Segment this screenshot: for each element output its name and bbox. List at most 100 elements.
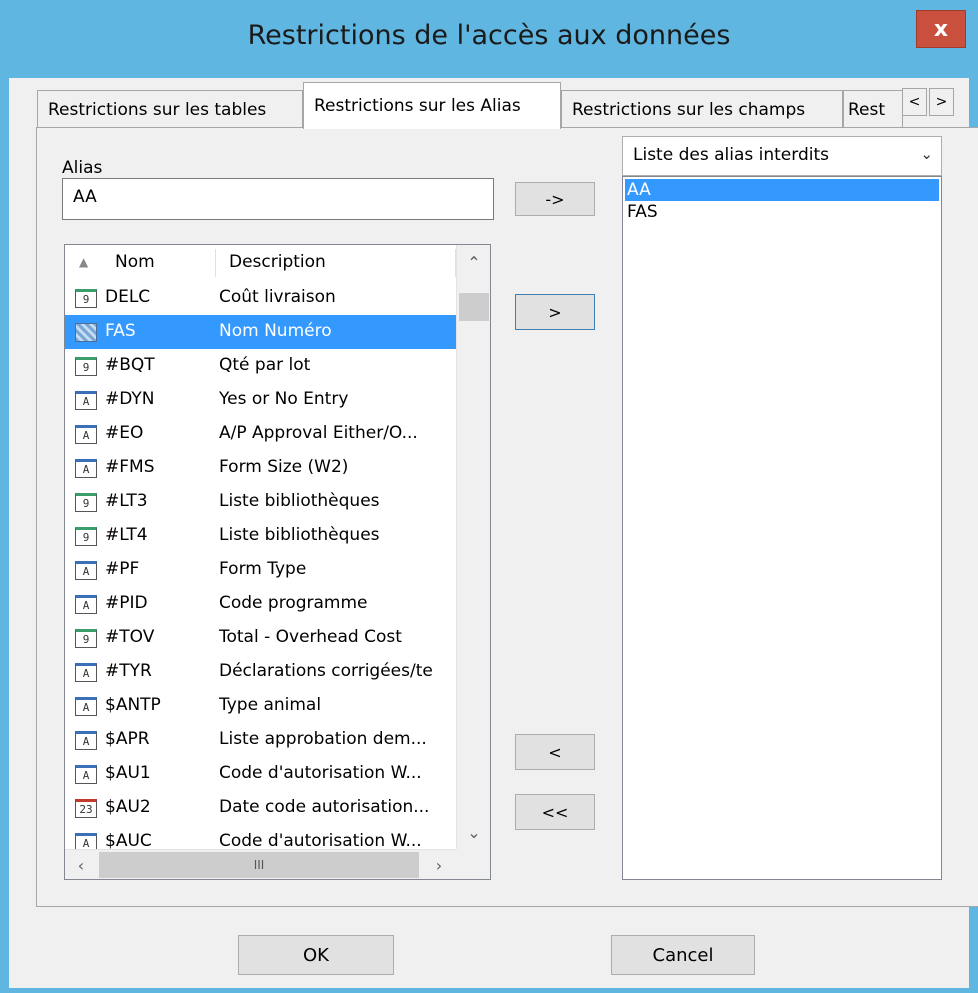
- row-description: Liste approbation dem...: [219, 729, 427, 749]
- vertical-scrollbar[interactable]: ⌃ ⌄: [456, 245, 490, 849]
- table-row[interactable]: 9 DELC Coût livraison: [65, 281, 457, 315]
- table-row[interactable]: A #TYR Déclarations corrigées/te: [65, 655, 457, 689]
- numeric-field-icon: 9: [75, 289, 97, 308]
- list-item[interactable]: AA: [625, 179, 939, 201]
- scroll-right-arrow-icon[interactable]: ›: [423, 850, 455, 879]
- tab-alias-restrictions[interactable]: Restrictions sur les Alias: [303, 82, 561, 129]
- tab-table-restrictions[interactable]: Restrictions sur les tables: [37, 90, 303, 128]
- table-row[interactable]: A $ANTP Type animal: [65, 689, 457, 723]
- ok-button[interactable]: OK: [238, 935, 394, 975]
- hscroll-thumb[interactable]: III: [99, 852, 419, 878]
- alias-label: Alias: [62, 158, 103, 178]
- grip-icon: III: [253, 858, 265, 872]
- row-nom: $APR: [105, 729, 150, 749]
- combo-value: Liste des alias interdits: [633, 145, 829, 165]
- row-description: Liste bibliothèques: [219, 491, 380, 511]
- forbidden-alias-listbox[interactable]: AA FAS: [622, 176, 942, 880]
- title-bar[interactable]: Restrictions de l'accès aux données x: [0, 0, 978, 80]
- pattern-field-icon: [75, 323, 97, 342]
- numeric-field-icon: 9: [75, 629, 97, 648]
- alias-input[interactable]: AA: [62, 178, 494, 220]
- row-nom: #PF: [105, 559, 140, 579]
- row-nom: #TYR: [105, 661, 152, 681]
- row-description: Qté par lot: [219, 355, 311, 375]
- scroll-down-arrow-icon[interactable]: ⌄: [457, 817, 490, 847]
- table-row[interactable]: A $APR Liste approbation dem...: [65, 723, 457, 757]
- row-description: Déclarations corrigées/te: [219, 661, 433, 681]
- forbidden-list-combo[interactable]: Liste des alias interdits ⌄: [622, 136, 942, 176]
- close-button[interactable]: x: [916, 10, 966, 48]
- row-description: Type animal: [219, 695, 322, 715]
- row-nom: #LT3: [105, 491, 148, 511]
- table-row[interactable]: A #DYN Yes or No Entry: [65, 383, 457, 417]
- row-nom: $AU1: [105, 763, 151, 783]
- row-description: Date code autorisation...: [219, 797, 430, 817]
- row-description: Code programme: [219, 593, 368, 613]
- tab-scroll-left-button[interactable]: <: [902, 88, 927, 116]
- chevron-right-icon: >: [935, 94, 948, 110]
- scroll-left-arrow-icon[interactable]: ‹: [65, 850, 97, 879]
- table-row[interactable]: A $AU1 Code d'autorisation W...: [65, 757, 457, 791]
- scroll-thumb[interactable]: [459, 293, 489, 321]
- alpha-field-icon: A: [75, 425, 97, 444]
- numeric-field-icon: 9: [75, 357, 97, 376]
- remove-selected-button[interactable]: <: [515, 734, 595, 770]
- row-description: Form Size (W2): [219, 457, 349, 477]
- alpha-field-icon: A: [75, 697, 97, 716]
- tab-field-restrictions[interactable]: Restrictions sur les champs: [561, 90, 843, 128]
- alpha-field-icon: A: [75, 765, 97, 784]
- remove-all-button[interactable]: <<: [515, 794, 595, 830]
- row-description: A/P Approval Either/O...: [219, 423, 418, 443]
- table-row[interactable]: 9 #BQT Qté par lot: [65, 349, 457, 383]
- row-nom: $ANTP: [105, 695, 161, 715]
- cancel-button[interactable]: Cancel: [611, 935, 755, 975]
- list-item[interactable]: FAS: [625, 201, 939, 223]
- dialog-window: Restrictions de l'accès aux données x Re…: [0, 0, 978, 993]
- dialog-client-area: Restrictions sur les tables Restrictions…: [9, 78, 978, 988]
- date-field-icon: 23: [75, 799, 97, 818]
- row-description: Yes or No Entry: [219, 389, 349, 409]
- column-header-nom[interactable]: Nom: [115, 252, 155, 272]
- alpha-field-icon: A: [75, 595, 97, 614]
- alpha-field-icon: A: [75, 561, 97, 580]
- row-description: Code d'autorisation W...: [219, 831, 422, 849]
- scroll-up-arrow-icon[interactable]: ⌃: [457, 247, 490, 277]
- table-row[interactable]: A #FMS Form Size (W2): [65, 451, 457, 485]
- table-row[interactable]: 9 #LT3 Liste bibliothèques: [65, 485, 457, 519]
- tab-rest[interactable]: Rest: [843, 90, 903, 128]
- table-row[interactable]: A #EO A/P Approval Either/O...: [65, 417, 457, 451]
- chevron-down-icon: ⌄: [920, 145, 933, 163]
- table-row[interactable]: 23 $AU2 Date code autorisation...: [65, 791, 457, 825]
- tab-label: Restrictions sur les tables: [48, 99, 267, 120]
- add-alias-button[interactable]: ->: [515, 182, 595, 216]
- table-row[interactable]: A #PF Form Type: [65, 553, 457, 587]
- alias-list-view[interactable]: ▲ Nom Description 9 DELC Coût livraison FAS…: [64, 244, 491, 880]
- table-row[interactable]: FAS Nom Numéro: [65, 315, 457, 349]
- column-header-description[interactable]: Description: [229, 252, 326, 272]
- horizontal-scrollbar[interactable]: ‹ III ›: [65, 849, 457, 879]
- row-nom: #TOV: [105, 627, 155, 647]
- alpha-field-icon: A: [75, 391, 97, 410]
- row-description: Code d'autorisation W...: [219, 763, 422, 783]
- row-description: Coût livraison: [219, 287, 336, 307]
- numeric-field-icon: 9: [75, 493, 97, 512]
- table-row[interactable]: 9 #LT4 Liste bibliothèques: [65, 519, 457, 553]
- row-nom: #LT4: [105, 525, 148, 545]
- row-description: Nom Numéro: [219, 321, 332, 341]
- row-nom: $AUC: [105, 831, 152, 849]
- add-selected-button[interactable]: >: [515, 294, 595, 330]
- table-row[interactable]: A #PID Code programme: [65, 587, 457, 621]
- table-row[interactable]: 9 #TOV Total - Overhead Cost: [65, 621, 457, 655]
- tab-strip: Restrictions sur les tables Restrictions…: [9, 78, 969, 129]
- row-nom: FAS: [105, 321, 136, 341]
- chevron-left-icon: <: [908, 94, 921, 110]
- row-nom: #EO: [105, 423, 144, 443]
- column-divider[interactable]: [215, 249, 216, 277]
- sort-ascending-icon[interactable]: ▲: [79, 255, 88, 269]
- numeric-field-icon: 9: [75, 527, 97, 546]
- forbidden-items: AA FAS: [625, 179, 939, 223]
- tab-scroll-right-button[interactable]: >: [929, 88, 954, 116]
- alpha-field-icon: A: [75, 731, 97, 750]
- table-row[interactable]: A $AUC Code d'autorisation W...: [65, 825, 457, 849]
- row-nom: #FMS: [105, 457, 155, 477]
